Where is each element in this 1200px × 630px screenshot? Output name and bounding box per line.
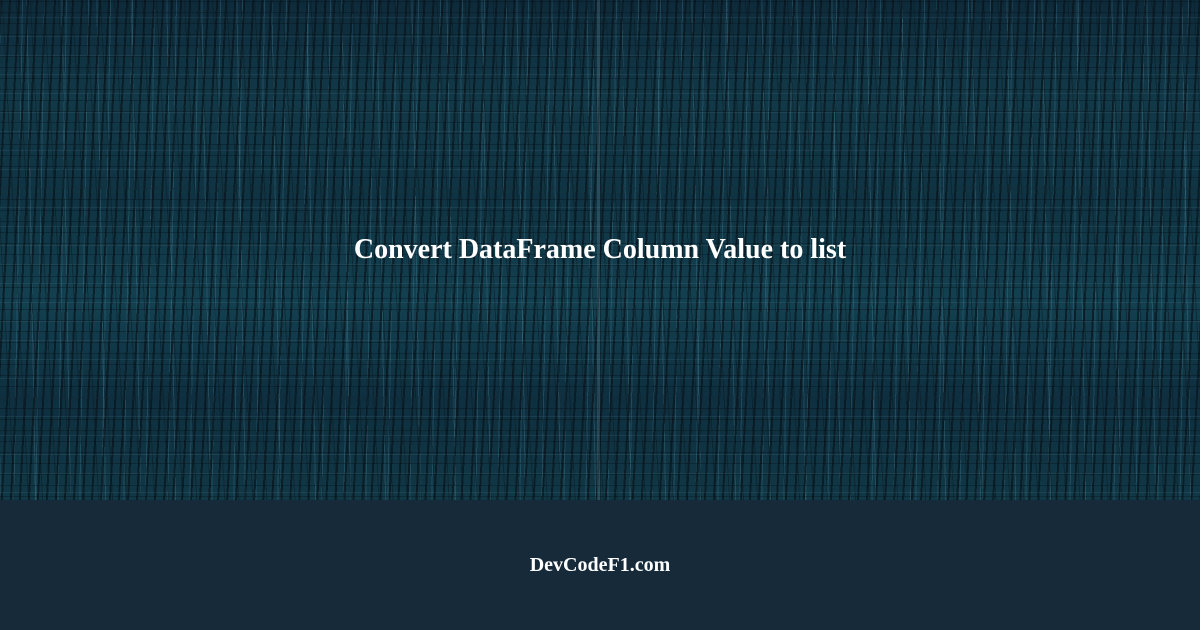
brand-label: DevCodeF1.com (530, 554, 671, 577)
hero-section: Convert DataFrame Column Value to list (0, 0, 1200, 500)
social-card: Convert DataFrame Column Value to list D… (0, 0, 1200, 630)
footer-section: DevCodeF1.com (0, 500, 1200, 630)
page-title: Convert DataFrame Column Value to list (294, 234, 906, 266)
